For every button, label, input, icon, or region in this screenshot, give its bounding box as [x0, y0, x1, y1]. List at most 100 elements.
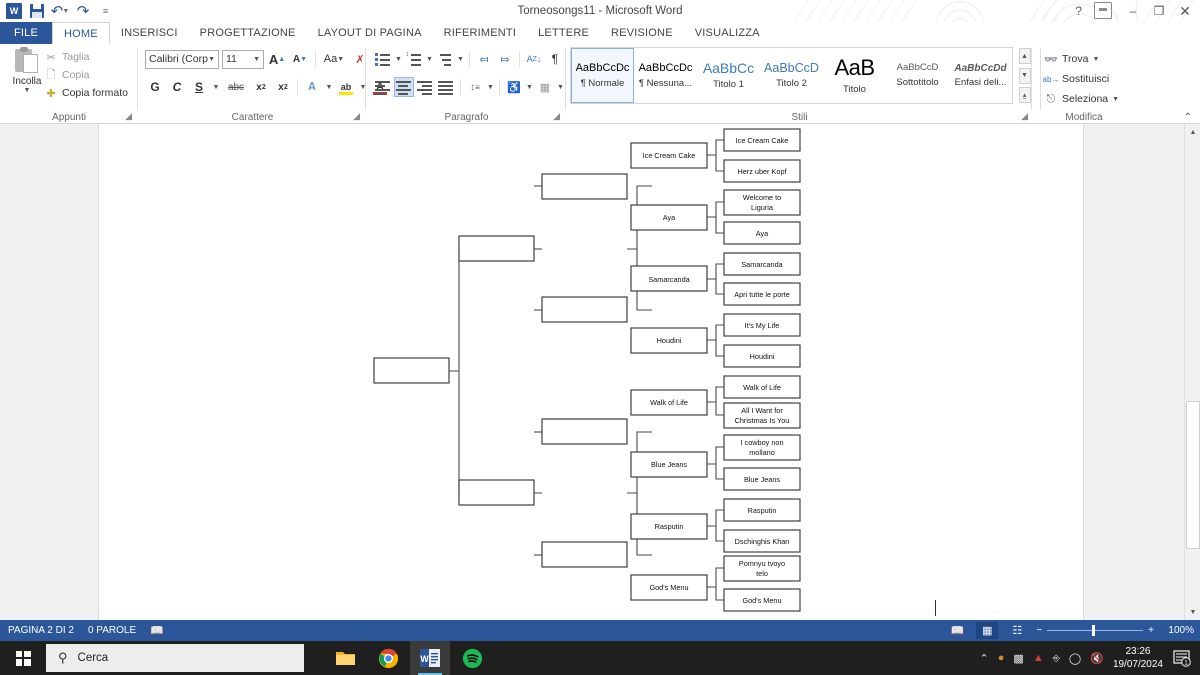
- style-item-titolo[interactable]: AaB Titolo: [823, 48, 886, 103]
- multilevel-list-icon[interactable]: [435, 49, 455, 69]
- italic-button[interactable]: C: [167, 77, 187, 97]
- print-layout-icon[interactable]: ▦: [976, 622, 999, 639]
- shading-icon[interactable]: ♿: [504, 77, 524, 97]
- tab-home[interactable]: HOME: [52, 22, 110, 44]
- styles-scroll-down-icon[interactable]: ▼: [1018, 67, 1031, 84]
- styles-more-icon[interactable]: ▴̲: [1018, 87, 1031, 103]
- line-spacing-caret[interactable]: ▼: [486, 77, 495, 97]
- document-page[interactable]: Ice Cream Cake Aya Samarcanda Houdini Wa…: [98, 124, 1084, 620]
- show-hidden-icons-chevron[interactable]: ⌃: [980, 652, 989, 665]
- paragraph-dialog-launcher[interactable]: ◢: [553, 111, 560, 122]
- grow-font-button[interactable]: A ▲: [267, 49, 287, 69]
- cut-button[interactable]: ✂ Taglia: [44, 48, 128, 66]
- style-item-titolo-2[interactable]: AaBbCcD Titolo 2: [760, 48, 823, 103]
- page-indicator[interactable]: PAGINA 2 DI 2: [8, 625, 74, 636]
- borders-caret[interactable]: ▼: [556, 77, 565, 97]
- style-item-normale[interactable]: AaBbCcDc ¶ Normale: [571, 48, 634, 103]
- taskbar-clock[interactable]: 23:26 19/07/2024: [1113, 645, 1163, 672]
- format-painter-button[interactable]: ✚ Copia formato: [44, 84, 128, 102]
- wifi-icon[interactable]: ◯: [1069, 652, 1081, 665]
- chevron-down-icon[interactable]: ▼: [1112, 96, 1119, 103]
- decrease-indent-icon[interactable]: ⤆: [474, 49, 494, 69]
- zoom-slider[interactable]: − +: [1036, 625, 1154, 636]
- styles-scroll-controls[interactable]: ▲ ▼ ▴̲: [1018, 48, 1031, 103]
- font-dialog-launcher[interactable]: ◢: [353, 111, 360, 122]
- shading-caret[interactable]: ▼: [525, 77, 534, 97]
- strikethrough-button[interactable]: abc: [223, 77, 249, 97]
- font-size-input[interactable]: 11 ▼: [222, 49, 264, 69]
- notification-center-icon[interactable]: 1: [1172, 648, 1192, 668]
- style-item-sottotitolo[interactable]: AaBbCcD Sottotitolo: [886, 48, 949, 103]
- increase-indent-icon[interactable]: ⤇: [495, 49, 515, 69]
- align-center-icon[interactable]: [394, 77, 414, 97]
- sort-icon[interactable]: A Z ↓: [524, 49, 544, 69]
- word-count[interactable]: 0 PAROLE: [88, 625, 136, 636]
- styles-scroll-up-icon[interactable]: ▲: [1018, 48, 1031, 64]
- keyboard-layout-icon[interactable]: ⎆: [1053, 653, 1060, 664]
- tab-revisione[interactable]: REVISIONE: [600, 22, 684, 44]
- superscript-button[interactable]: x2: [273, 77, 293, 97]
- tab-file[interactable]: FILE: [0, 22, 53, 44]
- tab-visualizza[interactable]: VISUALIZZA: [684, 22, 771, 44]
- numbered-list-caret[interactable]: ▼: [425, 49, 434, 69]
- collapse-ribbon-button[interactable]: ⌃: [1184, 112, 1192, 123]
- ribbon-tabs[interactable]: FILE HOME INSERISCI PROGETTAZIONE LAYOUT…: [0, 22, 1200, 44]
- taskbar-search[interactable]: ⚲ Cerca: [46, 644, 304, 672]
- minimize-button[interactable]: –: [1120, 1, 1146, 21]
- line-spacing-icon[interactable]: ↕ ≡: [465, 77, 485, 97]
- bold-button[interactable]: G: [145, 77, 165, 97]
- web-layout-icon[interactable]: ☷: [1006, 622, 1028, 639]
- clipboard-dialog-launcher[interactable]: ◢: [125, 111, 132, 122]
- subscript-button[interactable]: x2: [251, 77, 271, 97]
- justify-icon[interactable]: [436, 77, 456, 97]
- zoom-in-button[interactable]: +: [1148, 625, 1154, 636]
- underline-button[interactable]: S: [189, 77, 209, 97]
- bullet-list-caret[interactable]: ▼: [394, 49, 403, 69]
- text-effects-button[interactable]: 𝐀: [302, 77, 322, 97]
- style-item-enfasi-delicata[interactable]: AaBbCcDd Enfasi deli...: [949, 48, 1012, 103]
- text-effects-caret[interactable]: ▼: [324, 77, 334, 97]
- show-formatting-marks-icon[interactable]: ¶: [545, 49, 565, 69]
- tab-layout-di-pagina[interactable]: LAYOUT DI PAGINA: [307, 22, 433, 44]
- camera-icon[interactable]: ▩: [1013, 652, 1023, 665]
- select-button[interactable]: ⎋ Seleziona ▼: [1044, 89, 1119, 109]
- volume-muted-icon[interactable]: 🔇: [1090, 652, 1104, 665]
- start-button[interactable]: [0, 641, 46, 675]
- chevron-down-icon[interactable]: ▼: [6, 87, 48, 94]
- borders-icon[interactable]: ▦: [535, 77, 555, 97]
- zoom-out-button[interactable]: −: [1036, 625, 1042, 636]
- zoom-thumb[interactable]: [1092, 625, 1096, 636]
- scroll-up-icon[interactable]: ▲: [1185, 124, 1200, 140]
- styles-dialog-launcher[interactable]: ◢: [1021, 111, 1028, 122]
- google-chrome-icon[interactable]: [368, 641, 408, 675]
- ribbon-display-options-icon[interactable]: [1094, 2, 1112, 19]
- tab-lettere[interactable]: LETTERE: [527, 22, 600, 44]
- close-button[interactable]: ✕: [1172, 1, 1198, 21]
- adobe-icon[interactable]: ▲: [1033, 652, 1044, 664]
- scrollbar-thumb[interactable]: [1186, 401, 1200, 549]
- underline-options-caret[interactable]: ▼: [211, 77, 221, 97]
- copy-button[interactable]: 🗋 Copia: [44, 66, 128, 84]
- spotify-icon[interactable]: [452, 641, 492, 675]
- scroll-down-icon[interactable]: ▼: [1185, 604, 1200, 620]
- font-name-input[interactable]: Calibri (Corp ▼: [145, 49, 219, 69]
- highlight-color-button[interactable]: ab: [336, 77, 356, 97]
- tab-progettazione[interactable]: PROGETTAZIONE: [189, 22, 307, 44]
- proofing-icon[interactable]: 📖: [150, 624, 164, 637]
- align-left-icon[interactable]: [373, 77, 393, 97]
- replace-button[interactable]: ab→ Sostituisci: [1043, 69, 1119, 89]
- tray-orange-icon[interactable]: ●: [998, 652, 1005, 664]
- read-mode-icon[interactable]: 📖: [946, 622, 968, 639]
- align-right-icon[interactable]: [415, 77, 435, 97]
- style-item-titolo-1[interactable]: AaBbCc Titolo 1: [697, 48, 760, 103]
- style-item-nessuna-spaziatura[interactable]: AaBbCcDc ¶ Nessuna...: [634, 48, 697, 103]
- zoom-track[interactable]: [1047, 625, 1144, 636]
- bullet-list-icon[interactable]: [373, 49, 393, 69]
- find-button[interactable]: 👓 Trova ▼: [1044, 49, 1119, 69]
- tab-inserisci[interactable]: INSERISCI: [110, 22, 189, 44]
- zoom-level[interactable]: 100%: [1162, 625, 1194, 636]
- shrink-font-button[interactable]: A ▼: [290, 49, 310, 69]
- help-button[interactable]: ?: [1075, 0, 1082, 22]
- file-explorer-icon[interactable]: [326, 641, 366, 675]
- numbered-list-icon[interactable]: 1: [404, 49, 424, 69]
